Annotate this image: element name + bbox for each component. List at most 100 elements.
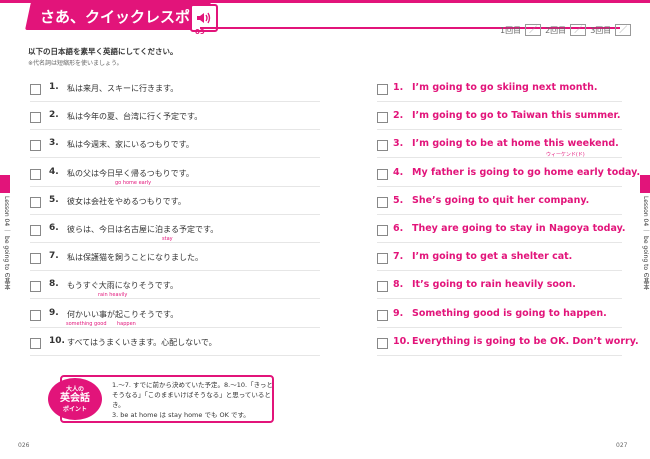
round1-checkbox[interactable]: ／ <box>525 24 542 36</box>
question-checkbox[interactable] <box>30 112 41 124</box>
question-checkbox[interactable] <box>30 196 41 208</box>
instruction-note: ※代名詞は短縮形を使いましょう。 <box>28 60 123 67</box>
row-divider <box>30 157 320 159</box>
question-number: 9. <box>49 307 59 318</box>
answer-english: Something good is going to happen. <box>412 307 607 319</box>
progress-tracker: 1回目 ／ 2回目 ／ 3回目 ／ <box>500 24 632 36</box>
row-divider <box>30 242 320 243</box>
answer-english: I’m going to go to Taiwan this summer. <box>412 110 621 122</box>
answer-english: It’s going to rain heavily soon. <box>412 279 576 291</box>
answer-english: Everything is going to be OK. Don’t worr… <box>412 335 639 347</box>
row-divider <box>30 185 320 187</box>
round2-label: 2回目 <box>545 25 567 35</box>
answer-checkbox[interactable] <box>377 168 388 180</box>
row-divider <box>377 270 622 272</box>
track-number: 09 <box>195 28 205 36</box>
row-divider <box>30 298 320 300</box>
answer-number: 3. <box>393 138 404 150</box>
point-line3: 3. be at home は stay home でも OK です。 <box>112 411 250 419</box>
row-divider <box>377 101 622 102</box>
question-japanese: 私は今年の夏、台湾に行く予定です。 <box>67 112 203 122</box>
question-checkbox[interactable] <box>30 281 41 293</box>
point-badge: 大人の 英会話 ポイント <box>48 378 102 420</box>
point-line2: そうなる」「このままいけばそうなる」と思っているとき。 <box>112 391 271 409</box>
question-japanese: 私の父は今日早く帰るつもりです。 <box>67 168 194 178</box>
question-japanese: すべてはうまくいきます。心配しないで。 <box>67 337 217 347</box>
round1-label: 1回目 <box>500 25 522 35</box>
answer-checkbox[interactable] <box>377 196 388 208</box>
row-divider <box>377 354 622 356</box>
badge-line1: 大人の <box>65 386 84 393</box>
question-checkbox[interactable] <box>30 337 41 349</box>
row-divider <box>377 157 622 159</box>
answer-checkbox[interactable] <box>377 281 388 293</box>
answer-checkbox[interactable] <box>377 225 388 236</box>
page-number-right: 027 <box>616 442 628 449</box>
question-checkbox[interactable] <box>30 168 41 180</box>
answer-english: I’m going to go skiing next month. <box>412 82 598 93</box>
answer-number: 2. <box>393 110 404 122</box>
badge-line3: ポイント <box>62 406 87 413</box>
question-japanese: 私は保護猫を飼うことになりました。 <box>67 253 203 263</box>
answer-number: 6. <box>393 223 404 234</box>
row-divider <box>30 270 320 272</box>
answer-english: I’m going to get a shelter cat. <box>412 251 573 263</box>
answer-checkbox[interactable] <box>377 84 388 95</box>
question-japanese: 私は来月、スキーに行きます。 <box>67 84 179 93</box>
row-divider <box>30 101 320 102</box>
question-checkbox[interactable] <box>30 253 41 265</box>
point-text: 1.～7. すでに前から決めていた予定。8.～10.「きっと そうなる」「このま… <box>112 380 282 420</box>
answer-english: They are going to stay in Nagoya today. <box>412 223 626 234</box>
question-number: 5. <box>49 194 59 205</box>
question-japanese: 私は今週末、家にいるつもりです。 <box>67 140 194 150</box>
right-side-tab <box>640 175 650 193</box>
answer-english: My father is going to go home early toda… <box>412 166 641 178</box>
question-number: 1. <box>49 82 59 92</box>
answer-checkbox[interactable] <box>377 337 388 349</box>
answer-checkbox[interactable] <box>377 112 388 124</box>
question-checkbox[interactable] <box>30 225 41 236</box>
left-side-label: Lesson 04 ｜ be going to の基本 <box>3 196 10 291</box>
question-number: 3. <box>49 138 59 149</box>
row-divider <box>377 129 622 131</box>
page-number-left: 026 <box>18 442 30 449</box>
badge-line2: 英会話 <box>60 393 90 404</box>
question-number: 2. <box>49 110 59 121</box>
answer-number: 5. <box>393 194 404 206</box>
answer-number: 7. <box>393 251 404 263</box>
row-divider <box>377 326 622 328</box>
row-divider <box>377 242 622 243</box>
question-japanese: 彼女は会社をやめるつもりです。 <box>67 196 186 206</box>
right-side-label: Lesson 04 ｜ be going to の基本 <box>642 196 649 291</box>
question-number: 8. <box>49 279 59 290</box>
answer-number: 4. <box>393 166 404 178</box>
question-checkbox[interactable] <box>30 84 41 95</box>
question-checkbox[interactable] <box>30 309 41 321</box>
round3-label: 3回目 <box>590 25 612 35</box>
instruction-text: 以下の日本語を素早く英語にしてください。 <box>28 47 178 56</box>
row-divider <box>377 185 622 187</box>
answer-checkbox[interactable] <box>377 253 388 265</box>
point-line1: 1.～7. すでに前から決めていた予定。8.～10.「きっと <box>112 381 273 389</box>
row-divider <box>30 326 320 328</box>
answer-checkbox[interactable] <box>377 140 388 152</box>
row-divider <box>30 129 320 131</box>
answer-number: 10. <box>393 335 410 347</box>
round3-checkbox[interactable]: ／ <box>615 24 632 36</box>
answer-number: 8. <box>393 279 404 291</box>
question-checkbox[interactable] <box>30 140 41 152</box>
left-side-tab <box>0 175 10 193</box>
question-number: 10. <box>49 335 65 346</box>
row-divider <box>377 213 622 215</box>
question-number: 4. <box>49 166 59 177</box>
row-divider <box>30 213 320 215</box>
answer-english: I’m going to be at home this weekend. <box>412 138 619 150</box>
question-japanese: 彼らは、今日は名古屋に泊まる予定です。 <box>67 225 219 234</box>
question-japanese: もうすぐ大雨になりそうです。 <box>67 281 178 291</box>
answer-number: 9. <box>393 307 404 319</box>
answer-english: She’s going to quit her company. <box>412 194 590 206</box>
question-japanese: 何かいい事が起こりそうです。 <box>67 309 179 319</box>
round2-checkbox[interactable]: ／ <box>570 24 587 36</box>
answer-checkbox[interactable] <box>377 309 388 321</box>
answer-number: 1. <box>393 82 404 93</box>
